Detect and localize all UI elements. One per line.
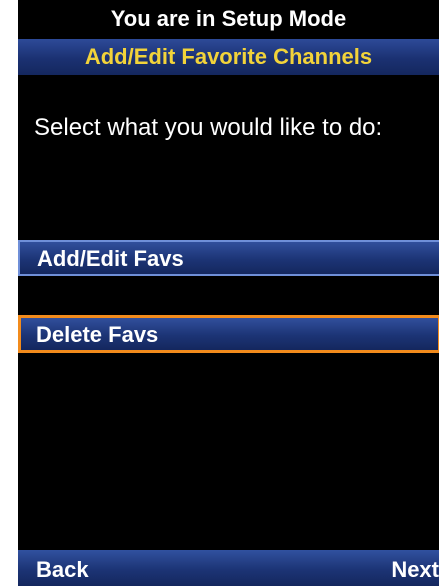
device-screen: You are in Setup Mode Add/Edit Favorite … <box>18 0 439 586</box>
back-softkey[interactable]: Back <box>36 550 89 586</box>
menu-item-add-edit-favs[interactable]: Add/Edit Favs <box>18 240 439 276</box>
menu-item-delete-favs[interactable]: Delete Favs <box>18 315 439 353</box>
instruction-text: Select what you would like to do: <box>34 114 383 141</box>
softkey-bar: Back Next <box>18 550 439 586</box>
next-softkey[interactable]: Next <box>391 550 439 586</box>
page-title: Add/Edit Favorite Channels <box>18 39 439 75</box>
setup-mode-banner: You are in Setup Mode <box>18 0 439 37</box>
